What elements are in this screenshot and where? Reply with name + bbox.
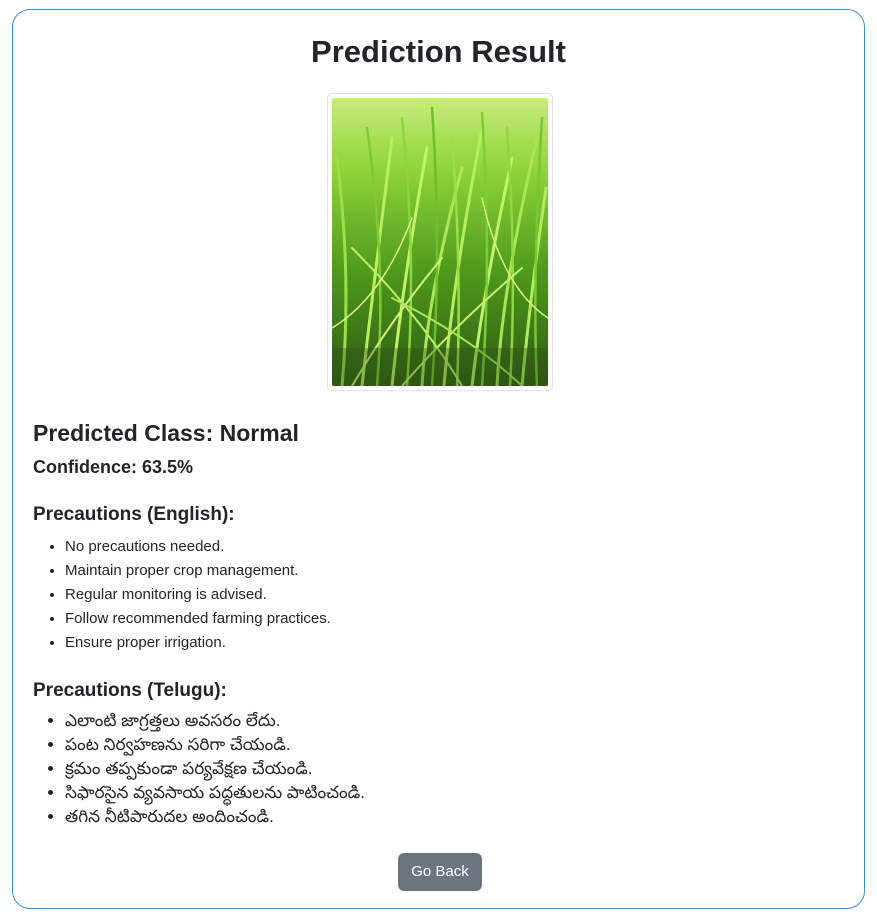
crop-photo [332,98,548,386]
list-item: Ensure proper irrigation. [65,631,331,655]
prediction-result-card: Prediction Result Predicted Class: Norma… [12,9,865,909]
list-item: ఎలాంటి జాగ్రత్తలు అవసరం లేదు. [65,709,365,733]
confidence-score: Confidence: 63.5% [33,457,194,477]
go-back-button[interactable]: Go Back [398,853,482,891]
precautions-telugu-heading: Precautions (Telugu): [33,680,227,701]
predicted-class: Predicted Class: Normal [33,420,299,446]
list-item: సిఫారసైన వ్యవసాయ పద్ధతులను పాటించండి. [65,781,365,805]
precautions-english-heading: Precautions (English): [33,504,235,525]
precautions-english-list: No precautions needed. Maintain proper c… [33,535,331,655]
list-item: Maintain proper crop management. [65,559,331,583]
list-item: Follow recommended farming practices. [65,607,331,631]
list-item: Regular monitoring is advised. [65,583,331,607]
list-item: తగిన నీటిపారుదల అందించండి. [65,805,365,829]
list-item: No precautions needed. [65,535,331,559]
list-item: క్రమం తప్పకుండా పర్యవేక్షణ చేయండి. [65,757,365,781]
list-item: పంట నిర్వహణను సరిగా చేయండి. [65,733,365,757]
page-title: Prediction Result [311,34,566,69]
precautions-telugu-list: ఎలాంటి జాగ్రత్తలు అవసరం లేదు. పంట నిర్వహ… [33,709,365,829]
uploaded-crop-image [327,93,553,391]
